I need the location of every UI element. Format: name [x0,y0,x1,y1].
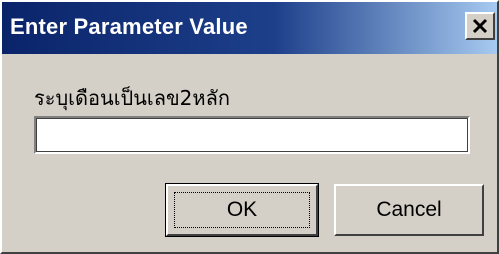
parameter-prompt-label: ระบุเดือนเป็นเลข2หลัก [34,86,230,110]
cancel-button[interactable]: Cancel [334,184,484,236]
title-bar[interactable]: Enter Parameter Value [2,2,497,54]
enter-parameter-dialog: Enter Parameter Value ระบุเดือนเป็นเลข2ห… [0,0,499,254]
close-button[interactable] [465,12,495,40]
cancel-button-label: Cancel [376,198,442,221]
dialog-title: Enter Parameter Value [10,14,248,39]
ok-button-label: OK [226,198,258,221]
parameter-value-input[interactable] [34,116,470,154]
close-icon [472,18,488,34]
ok-button[interactable]: OK [165,183,319,237]
